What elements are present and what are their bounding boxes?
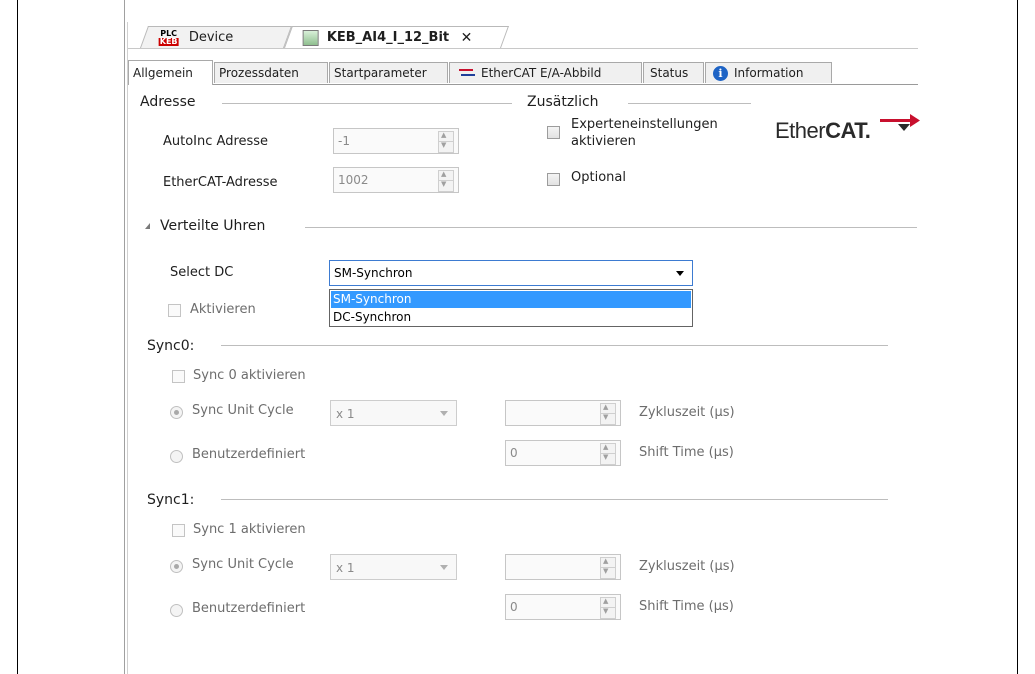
spin-buttons-icon[interactable] bbox=[600, 597, 616, 619]
chevron-down-icon[interactable] bbox=[440, 565, 448, 570]
panel-edge bbox=[127, 22, 128, 674]
aktivieren-label: Aktivieren bbox=[190, 302, 256, 317]
sync1-shift-label: Shift Time (µs) bbox=[639, 599, 734, 614]
tab-allgemein-label: Allgemein bbox=[133, 66, 193, 80]
plc-icon-bottom-text: KEB bbox=[158, 36, 179, 46]
logo-text-bold: CAT. bbox=[825, 118, 871, 143]
logo-text-light: Ether bbox=[775, 118, 826, 143]
optional-checkbox[interactable] bbox=[547, 173, 560, 186]
autoinc-spinbox[interactable]: -1 bbox=[333, 128, 459, 154]
sync1-benutzerdefiniert-label: Benutzerdefiniert bbox=[192, 601, 306, 616]
spin-buttons-icon[interactable] bbox=[600, 557, 616, 579]
spin-buttons-icon[interactable] bbox=[438, 170, 454, 192]
tab-startparameter-label: Startparameter bbox=[334, 66, 427, 80]
plc-keb-icon: PLC KEB bbox=[158, 29, 179, 46]
select-dc-dropdown-list: SM-Synchron DC-Synchron bbox=[329, 289, 693, 327]
select-dc-combobox[interactable]: SM-Synchron bbox=[329, 260, 693, 286]
sync0-zykluszeit-label: Zykluszeit (µs) bbox=[639, 405, 735, 420]
spin-buttons-icon[interactable] bbox=[600, 403, 616, 425]
tab-prozessdaten[interactable]: Prozessdaten bbox=[214, 62, 328, 83]
experten-label-line2: aktivieren bbox=[571, 134, 636, 149]
sync0-unit-cycle-value: x 1 bbox=[336, 407, 355, 421]
sync0-shift-value: 0 bbox=[510, 446, 518, 460]
sync1-aktivieren-checkbox[interactable] bbox=[172, 524, 185, 537]
sync0-unit-cycle-label: Sync Unit Cycle bbox=[192, 403, 294, 418]
ethercat-address-label: EtherCAT-Adresse bbox=[163, 175, 278, 190]
select-dc-value: SM-Synchron bbox=[334, 266, 413, 280]
sync1-shift-value: 0 bbox=[510, 600, 518, 614]
ethercat-arrows-icon bbox=[459, 68, 475, 78]
doc-tab-device-label: Device bbox=[188, 30, 234, 45]
sync1-shift-spinbox[interactable]: 0 bbox=[505, 594, 621, 620]
doc-tab-module-label: KEB_AI4_I_12_Bit bbox=[326, 30, 450, 45]
tab-startparameter[interactable]: Startparameter bbox=[329, 62, 448, 83]
sync0-aktivieren-label: Sync 0 aktivieren bbox=[193, 368, 306, 383]
frame-left-border bbox=[17, 0, 18, 674]
autoinc-value: -1 bbox=[338, 134, 350, 148]
sync1-aktivieren-label: Sync 1 aktivieren bbox=[193, 522, 306, 537]
tab-status[interactable]: Status bbox=[643, 62, 704, 83]
sync1-zykluszeit-label: Zykluszeit (µs) bbox=[639, 559, 735, 574]
chevron-down-icon[interactable] bbox=[676, 271, 684, 276]
sync0-benutzerdefiniert-label: Benutzerdefiniert bbox=[192, 447, 306, 462]
doc-tab-module[interactable]: KEB_AI4_I_12_Bit ✕ bbox=[283, 26, 510, 48]
doc-tab-device[interactable]: PLC KEB Device bbox=[139, 26, 293, 48]
sync1-zykluszeit-spinbox[interactable] bbox=[505, 554, 621, 580]
panel-splitter[interactable] bbox=[124, 0, 125, 674]
sync0-shift-label: Shift Time (µs) bbox=[639, 445, 734, 460]
adresse-heading: Adresse bbox=[140, 94, 196, 110]
sync0-zykluszeit-spinbox[interactable] bbox=[505, 400, 621, 426]
sync1-unit-cycle-radio[interactable] bbox=[170, 560, 183, 573]
ethercat-address-spinbox[interactable]: 1002 bbox=[333, 167, 459, 193]
dropdown-option-dc-synchron[interactable]: DC-Synchron bbox=[331, 309, 691, 326]
verteilte-uhren-separator bbox=[305, 227, 917, 228]
sync0-benutzerdefiniert-radio[interactable] bbox=[170, 450, 183, 463]
spin-buttons-icon[interactable] bbox=[600, 443, 616, 465]
spin-buttons-icon[interactable] bbox=[438, 131, 454, 153]
aktivieren-checkbox[interactable] bbox=[168, 304, 181, 317]
ethercat-logo: EtherCAT. bbox=[775, 118, 871, 144]
adresse-separator bbox=[222, 103, 512, 104]
dropdown-option-sm-synchron[interactable]: SM-Synchron bbox=[331, 291, 691, 308]
sync1-unit-cycle-combobox[interactable]: x 1 bbox=[330, 554, 457, 580]
sync1-separator bbox=[221, 499, 888, 500]
tab-allgemein[interactable]: Allgemein bbox=[128, 60, 213, 85]
experten-label-line1: Experteneinstellungen bbox=[571, 117, 718, 132]
verteilte-uhren-heading: Verteilte Uhren bbox=[160, 218, 266, 234]
sync0-unit-cycle-combobox[interactable]: x 1 bbox=[330, 400, 457, 426]
sync0-aktivieren-checkbox[interactable] bbox=[172, 370, 185, 383]
chevron-down-icon[interactable] bbox=[440, 411, 448, 416]
sync0-unit-cycle-radio[interactable] bbox=[170, 406, 183, 419]
info-icon: i bbox=[713, 65, 728, 81]
tab-information[interactable]: i Information bbox=[705, 62, 832, 83]
zusaetzlich-heading: Zusätzlich bbox=[527, 94, 599, 110]
experten-checkbox[interactable] bbox=[547, 126, 560, 139]
document-tab-bar: PLC KEB Device KEB_AI4_I_12_Bit ✕ bbox=[128, 26, 918, 49]
zusaetzlich-separator bbox=[628, 103, 751, 104]
collapse-triangle-icon[interactable] bbox=[145, 223, 150, 229]
sync0-separator bbox=[221, 345, 888, 346]
frame-right-border bbox=[1017, 0, 1018, 674]
experten-label: Experteneinstellungen aktivieren bbox=[571, 116, 718, 150]
sync0-heading: Sync0: bbox=[147, 338, 195, 354]
module-icon bbox=[302, 29, 319, 46]
ethercat-logo-arrow-icon bbox=[880, 114, 920, 131]
optional-label: Optional bbox=[571, 170, 626, 185]
sync1-unit-cycle-label: Sync Unit Cycle bbox=[192, 557, 294, 572]
select-dc-label: Select DC bbox=[170, 265, 234, 280]
ethercat-address-value: 1002 bbox=[338, 173, 369, 187]
tab-status-label: Status bbox=[650, 66, 689, 80]
close-icon[interactable]: ✕ bbox=[461, 30, 473, 46]
tab-ethercat-abbild[interactable]: EtherCAT E/A-Abbild bbox=[449, 62, 642, 83]
sync1-unit-cycle-value: x 1 bbox=[336, 561, 355, 575]
sync0-shift-spinbox[interactable]: 0 bbox=[505, 440, 621, 466]
tab-information-label: Information bbox=[734, 66, 804, 80]
property-tab-bar: Allgemein Prozessdaten Startparameter Et… bbox=[128, 60, 918, 85]
tab-ethercat-abbild-label: EtherCAT E/A-Abbild bbox=[481, 66, 602, 80]
sync1-benutzerdefiniert-radio[interactable] bbox=[170, 604, 183, 617]
autoinc-label: AutoInc Adresse bbox=[163, 134, 269, 149]
sync1-heading: Sync1: bbox=[147, 492, 195, 508]
tab-prozessdaten-label: Prozessdaten bbox=[219, 66, 299, 80]
